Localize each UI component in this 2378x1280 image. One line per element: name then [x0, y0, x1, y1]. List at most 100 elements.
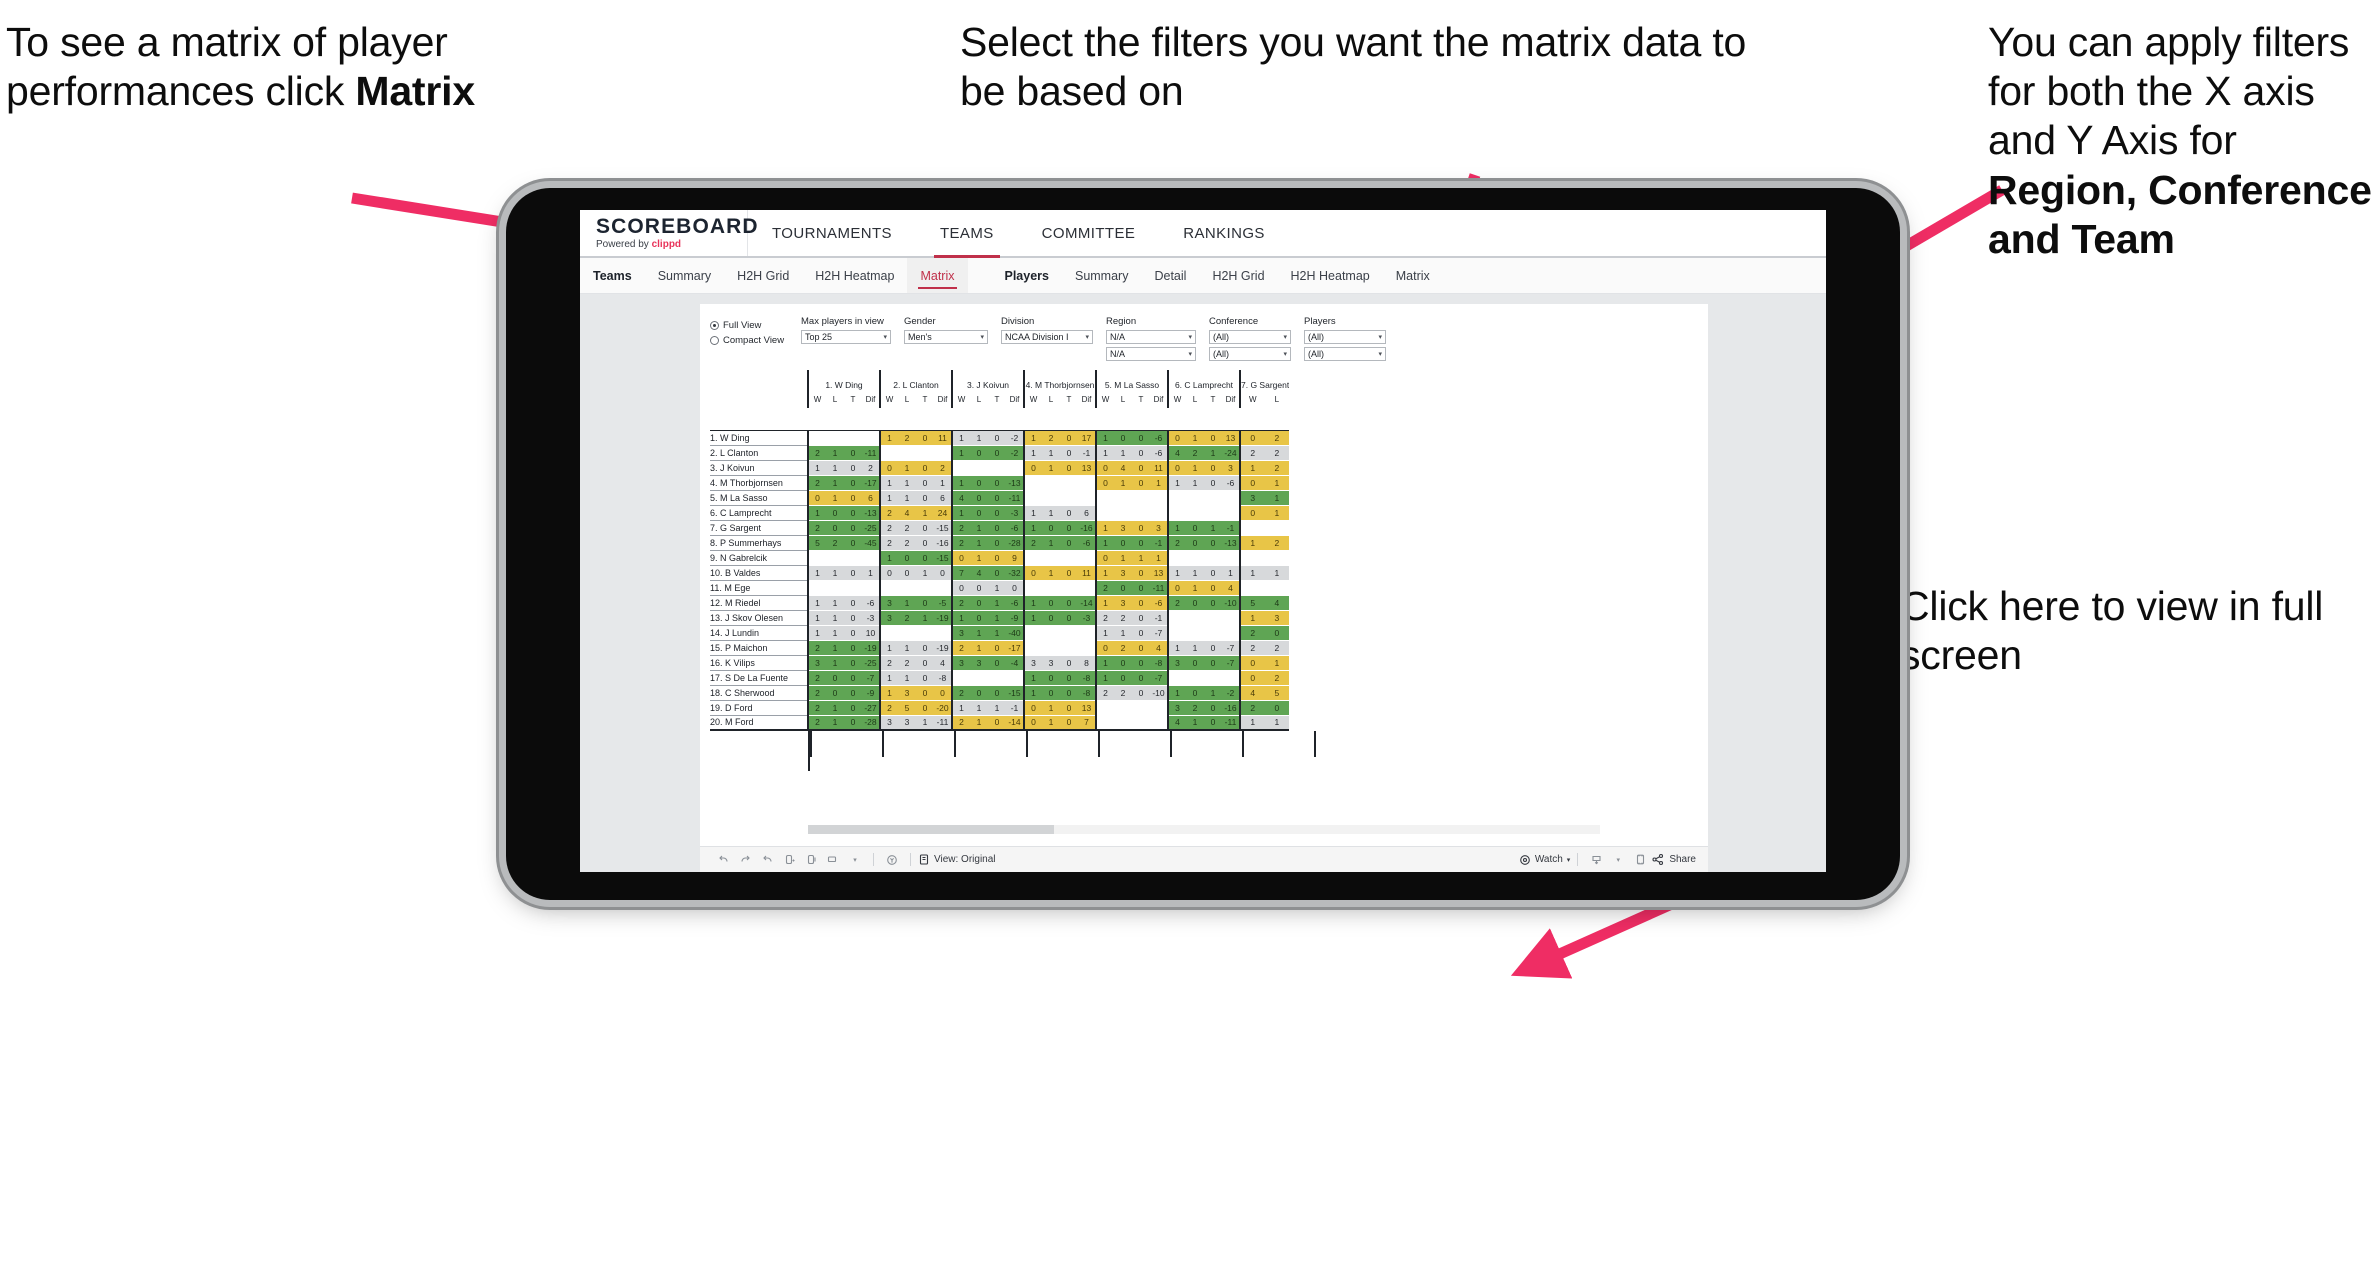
matrix-cell[interactable]: 1: [970, 640, 988, 656]
matrix-cell[interactable]: 1: [1186, 580, 1204, 596]
matrix-cell[interactable]: 0: [951, 580, 970, 596]
matrix-cell[interactable]: [1078, 550, 1096, 566]
matrix-cell[interactable]: 0: [1204, 565, 1222, 581]
matrix-cell[interactable]: [1060, 625, 1078, 641]
matrix-cell[interactable]: 2: [898, 535, 916, 551]
matrix-cell[interactable]: 0: [1239, 430, 1265, 446]
matrix-cell[interactable]: -25: [862, 520, 880, 536]
matrix-cell[interactable]: 0: [970, 475, 988, 491]
matrix-cell[interactable]: 0: [1114, 535, 1132, 551]
matrix-cell[interactable]: [1239, 550, 1265, 566]
matrix-cell[interactable]: 1: [1264, 490, 1290, 506]
matrix-cell[interactable]: 1: [1186, 715, 1204, 731]
matrix-cell[interactable]: 0: [1060, 610, 1078, 626]
subtab-summary[interactable]: Summary: [1062, 258, 1141, 293]
matrix-cell[interactable]: 13: [1078, 460, 1096, 476]
matrix-cell[interactable]: 0: [844, 565, 862, 581]
matrix-cell[interactable]: [807, 430, 826, 446]
matrix-cell[interactable]: 0: [1132, 640, 1150, 656]
matrix-cell[interactable]: [1167, 625, 1186, 641]
matrix-cell[interactable]: 8: [1078, 655, 1096, 671]
matrix-cell[interactable]: 0: [970, 685, 988, 701]
matrix-cell[interactable]: 0: [879, 565, 898, 581]
matrix-cell[interactable]: 0: [1204, 700, 1222, 716]
matrix-cell[interactable]: -9: [1006, 610, 1024, 626]
matrix-cell[interactable]: [1264, 580, 1290, 596]
matrix-cell[interactable]: 1: [1095, 670, 1114, 686]
matrix-cell[interactable]: 0: [916, 520, 934, 536]
matrix-cell[interactable]: 0: [826, 685, 844, 701]
matrix-cell[interactable]: 1: [1114, 550, 1132, 566]
matrix-cell[interactable]: -19: [934, 640, 952, 656]
matrix-cell[interactable]: 0: [970, 445, 988, 461]
matrix-cell[interactable]: 0: [1060, 655, 1078, 671]
matrix-cell[interactable]: [934, 625, 952, 641]
subtab-teams[interactable]: Teams: [580, 258, 645, 293]
matrix-cell[interactable]: -6: [1150, 430, 1168, 446]
matrix-cell[interactable]: -6: [1078, 535, 1096, 551]
matrix-cell[interactable]: 0: [1132, 535, 1150, 551]
matrix-cell[interactable]: 11: [934, 430, 952, 446]
matrix-cell[interactable]: 0: [1023, 460, 1042, 476]
matrix-cell[interactable]: -13: [862, 505, 880, 521]
matrix-cell[interactable]: 0: [988, 490, 1006, 506]
matrix-cell[interactable]: 0: [1239, 505, 1265, 521]
matrix-cell[interactable]: 2: [1264, 640, 1290, 656]
subtab-players[interactable]: Players: [992, 258, 1062, 293]
matrix-cell[interactable]: [1042, 490, 1060, 506]
matrix-cell[interactable]: 0: [844, 460, 862, 476]
matrix-cell[interactable]: 4: [1167, 715, 1186, 731]
matrix-cell[interactable]: 1: [970, 430, 988, 446]
matrix-cell[interactable]: [1060, 580, 1078, 596]
matrix-cell[interactable]: -7: [1222, 640, 1240, 656]
matrix-cell[interactable]: 0: [1204, 430, 1222, 446]
matrix-cell[interactable]: 4: [898, 505, 916, 521]
matrix-cell[interactable]: [934, 580, 952, 596]
matrix-cell[interactable]: 0: [844, 535, 862, 551]
matrix-cell[interactable]: 1: [1167, 640, 1186, 656]
matrix-cell[interactable]: 0: [970, 490, 988, 506]
matrix-cell[interactable]: [1204, 670, 1222, 686]
matrix-cell[interactable]: 1: [826, 490, 844, 506]
matrix-cell[interactable]: 0: [916, 685, 934, 701]
matrix-cell[interactable]: 0: [916, 460, 934, 476]
revert-icon[interactable]: [756, 851, 778, 869]
matrix-cell[interactable]: 0: [1132, 685, 1150, 701]
matrix-cell[interactable]: 1: [807, 595, 826, 611]
matrix-cell[interactable]: 1: [1023, 595, 1042, 611]
matrix-cell[interactable]: 1: [970, 715, 988, 731]
matrix-cell[interactable]: 4: [1167, 445, 1186, 461]
matrix-cell[interactable]: -11: [934, 715, 952, 731]
matrix-cell[interactable]: -3: [1078, 610, 1096, 626]
matrix-cell[interactable]: [862, 550, 880, 566]
matrix-cell[interactable]: 0: [1060, 460, 1078, 476]
matrix-cell[interactable]: 5: [807, 535, 826, 551]
matrix-cell[interactable]: 1: [1204, 685, 1222, 701]
matrix-cell[interactable]: 0: [844, 670, 862, 686]
matrix-cell[interactable]: [1167, 550, 1186, 566]
matrix-cell[interactable]: [1042, 550, 1060, 566]
matrix-cell[interactable]: [1150, 490, 1168, 506]
matrix-cell[interactable]: 2: [951, 520, 970, 536]
matrix-cell[interactable]: -15: [934, 550, 952, 566]
matrix-cell[interactable]: 0: [916, 490, 934, 506]
matrix-cell[interactable]: [844, 550, 862, 566]
matrix-cell[interactable]: 0: [1095, 460, 1114, 476]
matrix-cell[interactable]: 0: [988, 520, 1006, 536]
matrix-cell[interactable]: 0: [1095, 640, 1114, 656]
subtab-matrix[interactable]: Matrix: [907, 258, 968, 293]
matrix-cell[interactable]: -15: [1006, 685, 1024, 701]
matrix-cell[interactable]: 0: [807, 490, 826, 506]
matrix-cell[interactable]: 1: [916, 610, 934, 626]
matrix-cell[interactable]: 1: [826, 655, 844, 671]
matrix-cell[interactable]: -6: [1222, 475, 1240, 491]
matrix-cell[interactable]: -25: [862, 655, 880, 671]
matrix-cell[interactable]: -7: [862, 670, 880, 686]
matrix-cell[interactable]: 7: [951, 565, 970, 581]
matrix-cell[interactable]: 0: [988, 565, 1006, 581]
matrix-cell[interactable]: 1: [1264, 505, 1290, 521]
fit-dropdown-icon[interactable]: ▾: [844, 851, 866, 869]
watch-button[interactable]: Watch ▾: [1519, 854, 1570, 866]
matrix-cell[interactable]: -40: [1006, 625, 1024, 641]
matrix-cell[interactable]: [916, 445, 934, 461]
